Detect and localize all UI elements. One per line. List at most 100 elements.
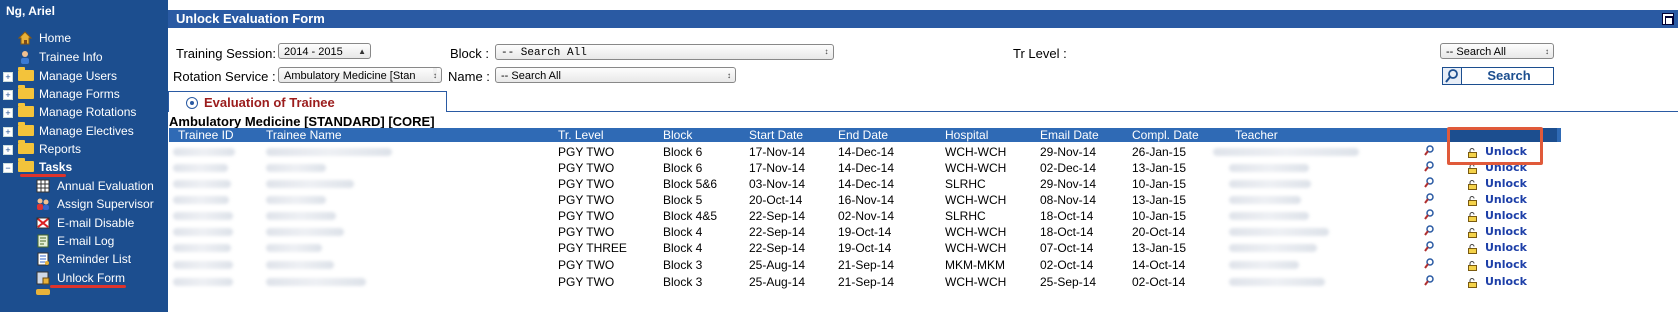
column-header[interactable]: Hospital	[945, 128, 988, 142]
redacted-teacher	[1229, 164, 1309, 172]
tab-evaluation-of-trainee[interactable]: Evaluation of Trainee	[168, 91, 447, 112]
table-row[interactable]: PGY TWO Block 6 17-Nov-14 14-Dec-14 WCH-…	[169, 144, 1561, 160]
redacted-teacher	[1229, 261, 1299, 269]
unlock-icon	[1468, 260, 1477, 271]
view-magnifier-icon[interactable]	[1424, 209, 1434, 220]
sidebar-item-manage-users[interactable]: + Manage Users	[0, 67, 168, 85]
sidebar-item-manage-forms[interactable]: + Manage Forms	[0, 85, 168, 103]
rotation-service-select[interactable]: Ambulatory Medicine [Stan ↕	[278, 67, 442, 83]
sidebar-item-trainee-info[interactable]: Trainee Info	[0, 48, 168, 66]
sidebar-item-label: E-mail Log	[57, 234, 115, 248]
radio-selected-icon	[186, 97, 198, 109]
view-magnifier-icon[interactable]	[1424, 258, 1434, 269]
view-magnifier-icon[interactable]	[1424, 225, 1434, 236]
view-magnifier-icon[interactable]	[1424, 193, 1434, 204]
redacted-trainee-id	[173, 278, 233, 286]
unlock-link[interactable]: Unlock	[1485, 208, 1527, 224]
table-row[interactable]: PGY TWO Block 4 22-Sep-14 19-Oct-14 WCH-…	[169, 224, 1561, 240]
column-header[interactable]: Trainee Name	[266, 128, 342, 142]
table-row[interactable]: PGY TWO Block 4&5 22-Sep-14 02-Nov-14 SL…	[169, 208, 1561, 224]
sidebar-item-home[interactable]: Home	[0, 29, 168, 47]
block-cell: Block 3	[663, 275, 703, 289]
table-row[interactable]: PGY TWO Block 3 25-Aug-14 21-Sep-14 WCH-…	[169, 274, 1561, 290]
sidebar-item-manage-electives[interactable]: + Manage Electives	[0, 122, 168, 140]
column-header[interactable]: Block	[663, 128, 692, 142]
training-session-select[interactable]: 2014 - 2015 ▲	[278, 43, 371, 59]
collapse-icon[interactable]: −	[3, 163, 13, 173]
unlock-icon	[1468, 277, 1477, 288]
table-row[interactable]: PGY TWO Block 5&6 03-Nov-14 14-Dec-14 SL…	[169, 176, 1561, 192]
start-date-cell: 25-Aug-14	[749, 258, 806, 272]
expand-icon[interactable]: +	[3, 90, 13, 100]
compl-date-cell: 13-Jan-15	[1132, 193, 1187, 207]
redacted-trainee-id	[173, 180, 231, 188]
view-magnifier-icon[interactable]	[1424, 275, 1434, 286]
unlock-link[interactable]: Unlock	[1485, 240, 1527, 256]
block-cell: Block 5&6	[663, 177, 718, 191]
table-row[interactable]: PGY TWO Block 6 17-Nov-14 14-Dec-14 WCH-…	[169, 160, 1561, 176]
column-header[interactable]: Tr. Level	[558, 128, 604, 142]
sidebar-item-manage-rotations[interactable]: + Manage Rotations	[0, 103, 168, 121]
expand-icon[interactable]: +	[3, 72, 13, 82]
search-button[interactable]: Search	[1442, 67, 1554, 85]
column-header[interactable]: Compl. Date	[1132, 128, 1199, 142]
end-date-cell: 02-Nov-14	[838, 209, 895, 223]
redacted-teacher	[1229, 228, 1329, 236]
email-date-cell: 02-Oct-14	[1040, 258, 1094, 272]
sidebar-item-reports[interactable]: + Reports	[0, 140, 168, 158]
view-magnifier-icon[interactable]	[1424, 145, 1434, 156]
column-header[interactable]: End Date	[838, 128, 888, 142]
table-row[interactable]: PGY TWO Block 5 20-Oct-14 16-Nov-14 WCH-…	[169, 192, 1561, 208]
redacted-teacher	[1229, 278, 1325, 286]
compl-date-cell: 02-Oct-14	[1132, 275, 1186, 289]
updown-arrow-icon: ↕	[727, 71, 731, 80]
tr-level-cell: PGY TWO	[558, 258, 615, 272]
updown-arrow-icon: ↕	[1545, 47, 1549, 56]
start-date-cell: 20-Oct-14	[749, 193, 803, 207]
expand-icon[interactable]: +	[3, 145, 13, 155]
end-date-cell: 14-Dec-14	[838, 177, 895, 191]
user-name: Ng, Ariel	[6, 4, 55, 18]
view-magnifier-icon[interactable]	[1424, 161, 1434, 172]
name-select[interactable]: -- Search All ↕	[495, 67, 736, 83]
sidebar-item-label: Manage Forms	[39, 87, 120, 101]
email-date-cell: 07-Oct-14	[1040, 241, 1094, 255]
redacted-trainee-id	[173, 212, 233, 220]
unlock-link[interactable]: Unlock	[1485, 224, 1527, 240]
view-magnifier-icon[interactable]	[1424, 177, 1434, 188]
redacted-trainee-name	[266, 261, 334, 269]
redacted-trainee-name	[266, 228, 344, 236]
view-magnifier-icon[interactable]	[1424, 241, 1434, 252]
column-header[interactable]: Start Date	[749, 128, 803, 142]
block-cell: Block 4	[663, 241, 703, 255]
tr-level-select[interactable]: -- Search All ↕	[1440, 43, 1554, 59]
sidebar-item-annual-evaluation[interactable]: Annual Evaluation	[0, 177, 168, 195]
sidebar-item-email-log[interactable]: E-mail Log	[0, 232, 168, 250]
sidebar-item-reminder-list[interactable]: Reminder List	[0, 250, 168, 268]
hospital-cell: SLRHC	[945, 177, 986, 191]
maximize-icon[interactable]	[1662, 13, 1674, 25]
folder-open-icon	[18, 158, 34, 172]
table-row[interactable]: PGY THREE Block 4 22-Sep-14 19-Oct-14 WC…	[169, 240, 1561, 256]
unlock-link[interactable]: Unlock	[1485, 176, 1527, 192]
tr-level-cell: PGY TWO	[558, 193, 615, 207]
email-date-cell: 02-Dec-14	[1040, 161, 1097, 175]
unlock-link[interactable]: Unlock	[1485, 257, 1527, 273]
sidebar-item-more[interactable]	[0, 287, 168, 305]
select-value: 2014 - 2015	[284, 46, 343, 58]
expand-icon[interactable]: +	[3, 127, 13, 137]
unlock-link[interactable]: Unlock	[1485, 192, 1527, 208]
unlock-link[interactable]: Unlock	[1485, 274, 1527, 290]
sidebar-item-email-disable[interactable]: E-mail Disable	[0, 214, 168, 232]
hospital-cell: WCH-WCH	[945, 275, 1007, 289]
table-row[interactable]: PGY TWO Block 3 25-Aug-14 21-Sep-14 MKM-…	[169, 257, 1561, 273]
sidebar-item-assign-supervisor[interactable]: Assign Supervisor	[0, 195, 168, 213]
block-select[interactable]: -- Search All ↕	[495, 44, 834, 60]
column-header[interactable]: Trainee ID	[178, 128, 234, 142]
training-session-label: Training Session:	[176, 46, 276, 61]
expand-icon[interactable]: +	[3, 108, 13, 118]
sidebar-item-label: Manage Rotations	[39, 105, 137, 119]
column-header[interactable]: Email Date	[1040, 128, 1099, 142]
sidebar: Ng, Ariel Home Trainee Info + Manage Use…	[0, 0, 168, 312]
column-header[interactable]: Teacher	[1235, 128, 1278, 142]
